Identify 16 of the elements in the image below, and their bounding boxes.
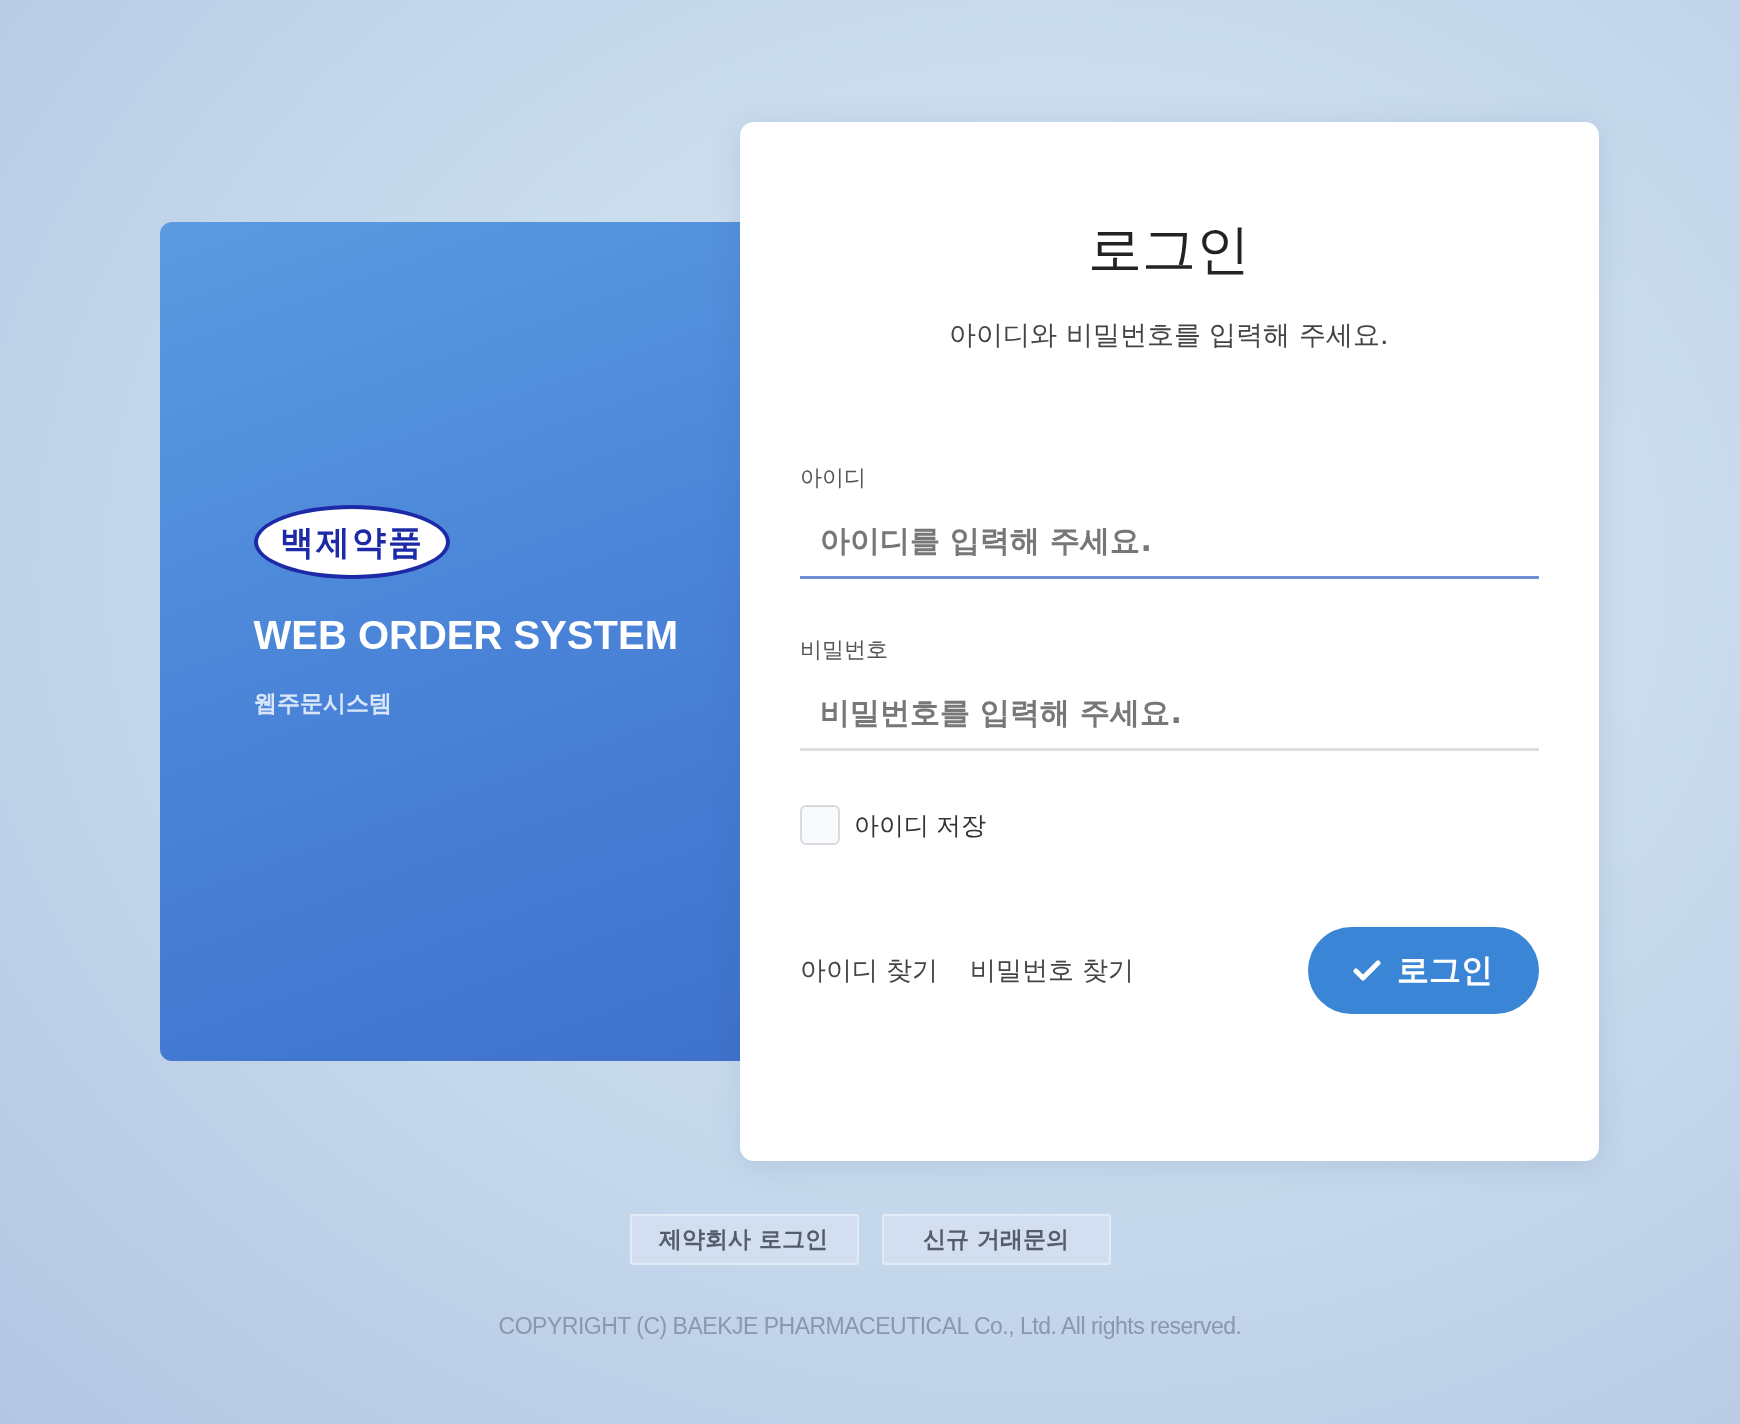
login-instruction: 아이디와 비밀번호를 입력해 주세요. [949, 318, 1389, 352]
field-label: 아이디 [799, 464, 866, 492]
check-icon [1353, 959, 1381, 982]
field-label: 비밀번호 [799, 636, 888, 664]
remember-checkbox[interactable] [799, 805, 840, 845]
login-title: 로그인 [1088, 217, 1250, 283]
find-link[interactable]: 아이디 찾기 [799, 953, 938, 988]
footer-button[interactable]: 신규 거래문의 [881, 1214, 1111, 1265]
footer-button[interactable]: 제약회사 로그인 [629, 1214, 859, 1265]
system-title: WEB ORDER SYSTEM [253, 612, 679, 658]
copyright-text: COPYRIGHT (C) BAEKJE PHARMACEUTICAL Co., Ltd. All rights reserved. [498, 1313, 1242, 1340]
remember-label: 아이디 저장 [853, 809, 987, 842]
system-subtitle: 웹주문시스템 [253, 688, 393, 718]
find-link[interactable]: 비밀번호 찾기 [969, 953, 1135, 988]
login-button[interactable]: 로그인 [1307, 927, 1539, 1014]
brand-logo: 백제약품 [253, 504, 450, 579]
